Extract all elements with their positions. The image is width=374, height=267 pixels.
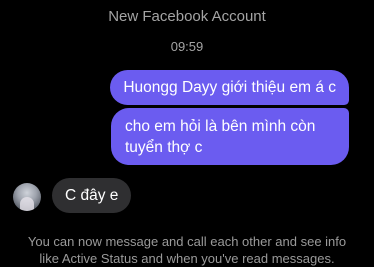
incoming-message[interactable]: C đây e <box>52 178 132 213</box>
connection-info-line: like Active Status and when you've read … <box>39 251 335 266</box>
contact-avatar[interactable] <box>13 183 41 211</box>
account-label: New Facebook Account <box>108 8 266 25</box>
outgoing-message[interactable]: Huongg Dayy giới thiệu em á c <box>110 70 349 105</box>
message-timestamp: 09:59 <box>170 39 204 54</box>
conversation-thread: New Facebook Account 09:59 Huongg Dayy g… <box>0 0 374 266</box>
connection-info-text: You can now message and call each other … <box>0 233 374 267</box>
connection-info-line: You can now message and call each other … <box>27 234 347 249</box>
outgoing-message[interactable]: cho em hỏi là bên mình còn tuyển thợ c <box>111 108 349 165</box>
